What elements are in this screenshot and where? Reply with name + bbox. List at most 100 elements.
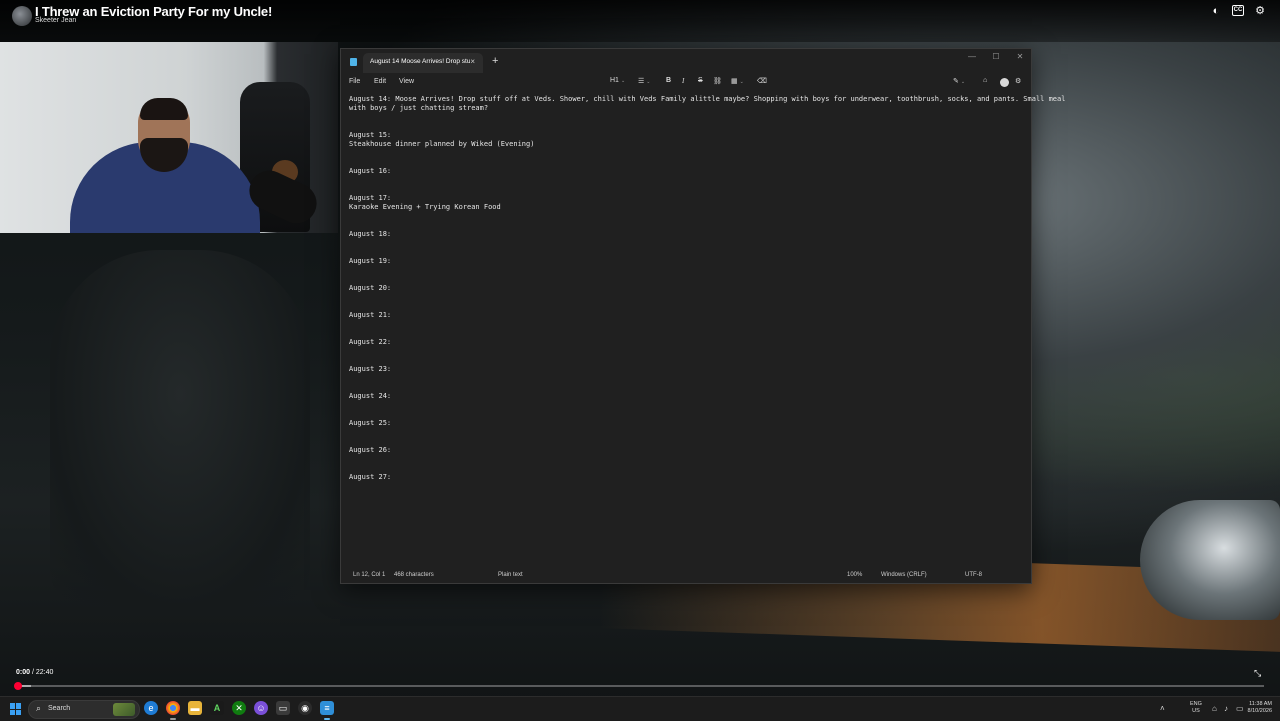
editor-line: August 21: bbox=[349, 311, 392, 319]
app-a-icon[interactable]: A bbox=[210, 701, 224, 715]
strikethrough-button[interactable]: S bbox=[698, 77, 703, 84]
webcam-overlay bbox=[0, 42, 338, 233]
search-placeholder: Search bbox=[48, 705, 71, 712]
time-display: 0:00 / 22:40 bbox=[16, 669, 53, 676]
document-tab-title: August 14 Moose Arrives! Drop stu bbox=[370, 58, 470, 65]
list-dropdown[interactable]: ☰ ⌄ bbox=[638, 77, 650, 85]
chevron-down-icon: ⌄ bbox=[739, 79, 744, 85]
total-time: 22:40 bbox=[35, 669, 54, 676]
car-seat bbox=[50, 250, 310, 610]
status-bar: Ln 12, Col 1 468 characters Plain text 1… bbox=[341, 567, 1031, 583]
captions-icon[interactable]: CC bbox=[1232, 5, 1244, 16]
maximize-icon[interactable]: ☐ bbox=[991, 51, 1001, 63]
editor-line: August 18: bbox=[349, 230, 392, 238]
table-icon: ▦ bbox=[731, 78, 738, 85]
document-tab[interactable]: August 14 Moose Arrives! Drop stu × bbox=[363, 53, 483, 73]
notepad-titlebar: August 14 Moose Arrives! Drop stu × + — … bbox=[341, 49, 1031, 73]
minimize-icon[interactable]: — bbox=[967, 51, 977, 63]
taskbar: ⌕ Search e ▬ A ✕ ☺ ▭ ◉ ≡ ˄ ENG US ⌂ ♪ ▭ 1… bbox=[0, 696, 1280, 721]
volume-icon[interactable]: ♪ bbox=[1224, 704, 1228, 713]
notification-icon[interactable]: ⌂ bbox=[983, 77, 987, 84]
notepad-taskbar-icon[interactable]: ≡ bbox=[320, 701, 334, 715]
language-indicator[interactable]: ENG US bbox=[1190, 701, 1202, 715]
editor-line: August 24: bbox=[349, 392, 392, 400]
clear-formatting-icon[interactable]: ⌫ bbox=[757, 77, 767, 85]
editor-line: August 25: bbox=[349, 419, 392, 427]
editor-line: August 20: bbox=[349, 284, 392, 292]
edge-icon[interactable]: e bbox=[144, 701, 158, 715]
copilot-icon: ✎ bbox=[953, 78, 959, 85]
search-icon: ⌕ bbox=[36, 703, 42, 713]
editor-line: August 26: bbox=[349, 446, 392, 454]
editor-line: August 27: bbox=[349, 473, 392, 481]
account-avatar[interactable] bbox=[1000, 78, 1009, 87]
text-format[interactable]: Plain text bbox=[498, 572, 523, 578]
zoom-level[interactable]: 100% bbox=[847, 572, 862, 578]
obs-icon[interactable]: ◉ bbox=[298, 701, 312, 715]
chevron-down-icon: ⌄ bbox=[620, 78, 626, 84]
heading-label: H1 bbox=[610, 77, 619, 84]
editor-line: August 15: bbox=[349, 131, 392, 139]
table-dropdown[interactable]: ▦ ⌄ bbox=[731, 77, 744, 85]
chevron-down-icon: ⌄ bbox=[960, 79, 966, 85]
editor-line: August 23: bbox=[349, 365, 392, 373]
heading-dropdown[interactable]: H1 ⌄ bbox=[610, 77, 625, 84]
editor-line: August 22: bbox=[349, 338, 392, 346]
notepad-window: August 14 Moose Arrives! Drop stu × + — … bbox=[340, 48, 1065, 584]
editor-line: August 19: bbox=[349, 257, 392, 265]
progress-scrubber[interactable] bbox=[14, 682, 22, 690]
exit-fullscreen-icon[interactable]: ⤡ bbox=[1254, 668, 1261, 679]
player-top-bar: I Threw an Eviction Party For my Uncle! … bbox=[0, 0, 1280, 42]
progress-bar[interactable] bbox=[14, 682, 1264, 690]
taskbar-search[interactable]: ⌕ Search bbox=[28, 700, 140, 719]
text-editor[interactable]: August 14: Moose Arrives! Drop stuff off… bbox=[349, 95, 1065, 565]
chevron-down-icon: ⌄ bbox=[646, 79, 651, 85]
bold-button[interactable]: B bbox=[666, 77, 671, 84]
side-mirror bbox=[1140, 500, 1280, 620]
encoding[interactable]: UTF-8 bbox=[965, 572, 982, 578]
window-controls: — ☐ ✕ bbox=[967, 51, 1025, 63]
tab-close-icon[interactable]: × bbox=[470, 57, 475, 66]
language-bottom: US bbox=[1192, 708, 1200, 714]
streamer-hair bbox=[140, 98, 188, 120]
game-bar-icon[interactable]: ▭ bbox=[276, 701, 290, 715]
xbox-icon[interactable]: ✕ bbox=[232, 701, 246, 715]
brightness-icon[interactable]: ◐ bbox=[1210, 5, 1222, 17]
editor-line: August 17: bbox=[349, 194, 392, 202]
editor-line: with boys / just chatting stream? bbox=[349, 104, 489, 112]
network-icon[interactable]: ⌂ bbox=[1212, 704, 1217, 713]
menu-file[interactable]: File bbox=[349, 78, 360, 85]
clock-date: 8/10/2026 bbox=[1247, 708, 1272, 714]
editor-line: August 14: Moose Arrives! Drop stuff off… bbox=[349, 95, 1066, 103]
settings-icon[interactable]: ⚙ bbox=[1254, 5, 1266, 17]
notepad-app-icon bbox=[350, 58, 357, 66]
link-icon[interactable]: ⛓ bbox=[713, 77, 722, 85]
cursor-position: Ln 12, Col 1 bbox=[353, 572, 386, 578]
chrome-icon[interactable] bbox=[166, 701, 180, 715]
language-top: ENG bbox=[1190, 701, 1202, 707]
search-highlight-image bbox=[113, 703, 135, 716]
editor-line: Steakhouse dinner planned by Wiked (Even… bbox=[349, 140, 535, 148]
character-count: 468 characters bbox=[394, 572, 434, 578]
channel-name[interactable]: Skeeter Jean bbox=[35, 17, 76, 24]
italic-button[interactable]: I bbox=[682, 77, 684, 85]
settings-gear-icon[interactable]: ⚙ bbox=[1015, 77, 1021, 85]
new-tab-icon[interactable]: + bbox=[492, 55, 498, 67]
file-explorer-icon[interactable]: ▬ bbox=[188, 701, 202, 715]
copilot-dropdown[interactable]: ✎ ⌄ bbox=[953, 77, 965, 85]
windows-start-icon[interactable] bbox=[10, 703, 22, 715]
menu-view[interactable]: View bbox=[399, 78, 414, 85]
clock-time: 11:38 AM bbox=[1249, 701, 1272, 707]
menu-edit[interactable]: Edit bbox=[374, 78, 386, 85]
discord-icon[interactable]: ☺ bbox=[254, 701, 268, 715]
list-icon: ☰ bbox=[638, 78, 645, 85]
menu-bar: File Edit View H1 ⌄ ☰ ⌄ B I S ⛓ ▦ ⌄ ⌫ ✎ ⌄ ⌂ … bbox=[341, 73, 1031, 93]
close-icon[interactable]: ✕ bbox=[1015, 51, 1025, 63]
system-clock[interactable]: 11:38 AM 8/10/2026 bbox=[1240, 701, 1272, 715]
tray-chevron-up-icon[interactable]: ˄ bbox=[1160, 704, 1165, 713]
editor-line: August 16: bbox=[349, 167, 392, 175]
line-ending[interactable]: Windows (CRLF) bbox=[881, 572, 927, 578]
current-time: 0:00 bbox=[16, 669, 31, 676]
channel-avatar[interactable] bbox=[12, 6, 32, 26]
editor-line: Karaoke Evening + Trying Korean Food bbox=[349, 203, 501, 211]
